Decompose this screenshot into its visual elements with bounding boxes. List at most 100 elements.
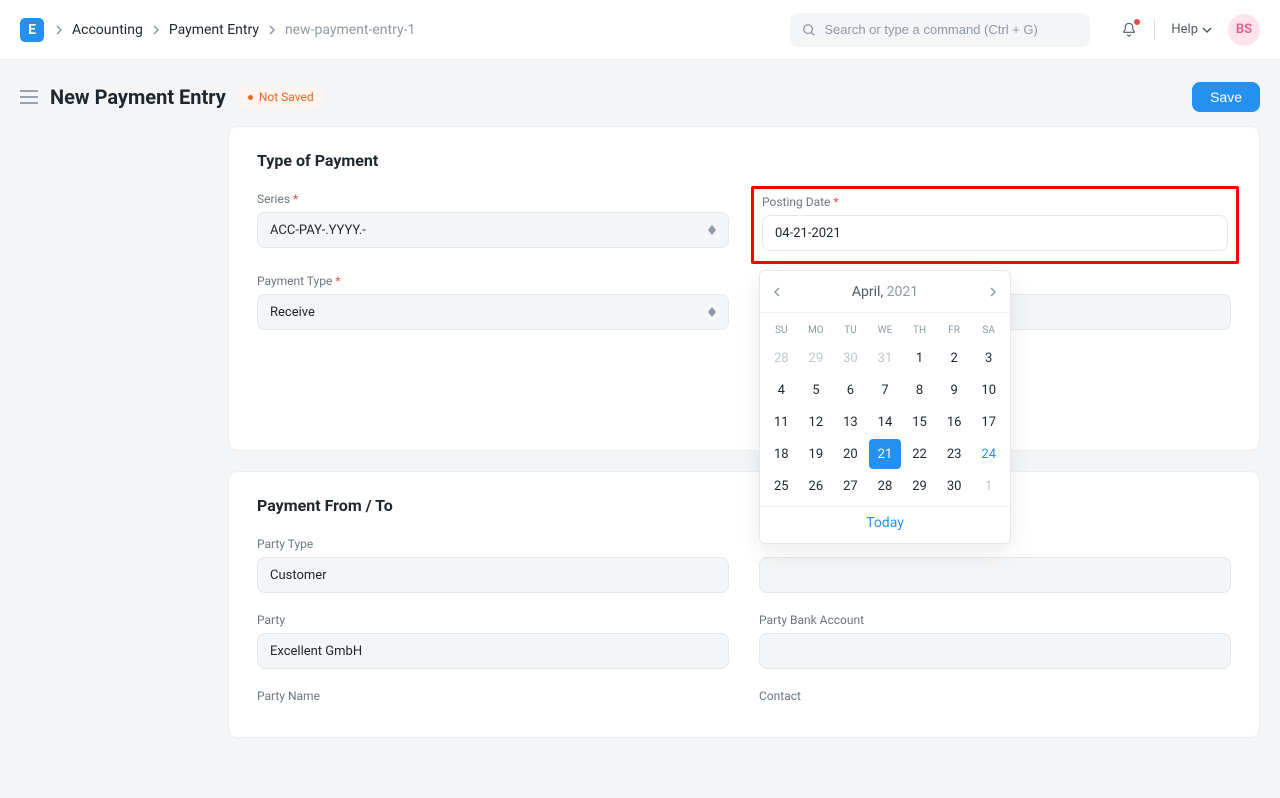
datepicker-dow: MO — [799, 319, 834, 342]
chevron-right-icon — [151, 25, 161, 35]
sidebar-toggle-icon[interactable] — [20, 90, 38, 104]
datepicker-day[interactable]: 28 — [869, 471, 902, 501]
chevron-right-icon — [54, 25, 64, 35]
datepicker-day[interactable]: 14 — [869, 407, 902, 437]
search-icon — [802, 23, 816, 37]
app-logo[interactable]: E — [20, 18, 44, 42]
posting-date-input[interactable]: 04-21-2021 — [762, 215, 1228, 251]
field-party-type: Party Type Customer — [257, 537, 729, 593]
datepicker-day[interactable]: 30 — [938, 471, 971, 501]
navbar-actions: Help BS — [1120, 14, 1260, 46]
datepicker-day[interactable]: 28 — [765, 343, 798, 373]
field-posting-date: Posting Date * 04-21-2021 April, 2021 — [759, 192, 1231, 254]
datepicker-dow: TH — [902, 319, 937, 342]
field-contact: Contact — [759, 689, 1231, 709]
datepicker-dow: FR — [937, 319, 972, 342]
status-dot-icon — [248, 95, 253, 100]
datepicker-day[interactable]: 4 — [765, 375, 798, 405]
party-type-input[interactable]: Customer — [257, 557, 729, 593]
help-menu[interactable]: Help — [1171, 22, 1212, 37]
series-select[interactable]: ACC-PAY-.YYYY.- — [257, 212, 729, 248]
chevron-down-icon — [1202, 25, 1212, 35]
search-input[interactable] — [824, 22, 1078, 37]
status-text: Not Saved — [259, 90, 314, 104]
datepicker-day[interactable]: 21 — [869, 439, 902, 469]
datepicker-day[interactable]: 23 — [938, 439, 971, 469]
datepicker-day[interactable]: 3 — [972, 343, 1005, 373]
datepicker-day[interactable]: 1 — [903, 343, 936, 373]
datepicker-day[interactable]: 26 — [800, 471, 833, 501]
datepicker-title[interactable]: April, 2021 — [852, 284, 918, 300]
datepicker-day[interactable]: 19 — [800, 439, 833, 469]
series-label: Series * — [257, 192, 729, 206]
datepicker-next-month[interactable] — [976, 271, 1010, 313]
datepicker-day[interactable]: 5 — [800, 375, 833, 405]
breadcrumb-accounting[interactable]: Accounting — [72, 22, 143, 38]
payment-type-label: Payment Type * — [257, 274, 729, 288]
datepicker-day[interactable]: 18 — [765, 439, 798, 469]
datepicker-popup: April, 2021 SUMOTUWETHFRSA28293031123456… — [759, 270, 1011, 544]
posting-date-value: 04-21-2021 — [775, 226, 841, 241]
party-bank-input[interactable] — [759, 633, 1231, 669]
datepicker-day[interactable]: 2 — [938, 343, 971, 373]
datepicker-day[interactable]: 15 — [903, 407, 936, 437]
save-button[interactable]: Save — [1192, 82, 1260, 112]
datepicker-day[interactable]: 30 — [834, 343, 867, 373]
datepicker-day[interactable]: 7 — [869, 375, 902, 405]
field-party-bank-account: Party Bank Account — [759, 613, 1231, 669]
party-input[interactable]: Excellent GmbH — [257, 633, 729, 669]
datepicker-dow: SA — [971, 319, 1006, 342]
datepicker-day[interactable]: 29 — [903, 471, 936, 501]
datepicker-day[interactable]: 13 — [834, 407, 867, 437]
datepicker-day[interactable]: 12 — [800, 407, 833, 437]
datepicker-day[interactable]: 25 — [765, 471, 798, 501]
datepicker-prev-month[interactable] — [760, 271, 794, 313]
notifications-button[interactable] — [1120, 21, 1138, 39]
page-title: New Payment Entry — [50, 85, 226, 109]
datepicker-day[interactable]: 29 — [800, 343, 833, 373]
party-type-label: Party Type — [257, 537, 729, 551]
section-title: Type of Payment — [257, 151, 1231, 170]
global-search[interactable] — [790, 13, 1090, 47]
party-name-label: Party Name — [257, 689, 729, 703]
user-avatar[interactable]: BS — [1228, 14, 1260, 46]
party-bank-label: Party Bank Account — [759, 613, 1231, 627]
field-payment-type: Payment Type * Receive — [257, 274, 729, 330]
datepicker-day[interactable]: 20 — [834, 439, 867, 469]
page-header: New Payment Entry Not Saved Save — [0, 60, 1280, 126]
datepicker-day[interactable]: 9 — [938, 375, 971, 405]
datepicker-grid: SUMOTUWETHFRSA28293031123456789101112131… — [760, 313, 1010, 506]
blank-input[interactable] — [759, 557, 1231, 593]
payment-type-select[interactable]: Receive — [257, 294, 729, 330]
datepicker-day[interactable]: 10 — [972, 375, 1005, 405]
datepicker-day[interactable]: 27 — [834, 471, 867, 501]
datepicker-day[interactable]: 22 — [903, 439, 936, 469]
datepicker-day[interactable]: 16 — [938, 407, 971, 437]
datepicker-dow: SU — [764, 319, 799, 342]
datepicker-day[interactable]: 11 — [765, 407, 798, 437]
select-arrows-icon — [708, 307, 716, 317]
help-label: Help — [1171, 22, 1198, 37]
posting-date-label: Posting Date * — [762, 195, 1228, 209]
status-badge: Not Saved — [238, 86, 324, 108]
section-payment-from-to: Payment From / To Party Type Customer . … — [228, 471, 1260, 738]
field-series: Series * ACC-PAY-.YYYY.- — [257, 192, 729, 254]
section-title: Payment From / To — [257, 496, 1231, 515]
contact-label: Contact — [759, 689, 1231, 703]
datepicker-day[interactable]: 8 — [903, 375, 936, 405]
datepicker-day[interactable]: 31 — [869, 343, 902, 373]
party-value: Excellent GmbH — [270, 644, 362, 659]
party-type-value: Customer — [270, 568, 327, 583]
breadcrumb: Accounting Payment Entry new-payment-ent… — [54, 22, 415, 38]
field-party-name: Party Name — [257, 689, 729, 709]
datepicker-day[interactable]: 24 — [972, 439, 1005, 469]
datepicker-day[interactable]: 17 — [972, 407, 1005, 437]
datepicker-day[interactable]: 6 — [834, 375, 867, 405]
form-body: Type of Payment Series * ACC-PAY-.YYYY.-… — [0, 126, 1280, 798]
datepicker-day[interactable]: 1 — [972, 471, 1005, 501]
payment-type-value: Receive — [270, 305, 315, 320]
datepicker-dow: WE — [868, 319, 903, 342]
datepicker-today-link[interactable]: Today — [866, 515, 904, 531]
party-label: Party — [257, 613, 729, 627]
breadcrumb-payment-entry[interactable]: Payment Entry — [169, 22, 259, 38]
